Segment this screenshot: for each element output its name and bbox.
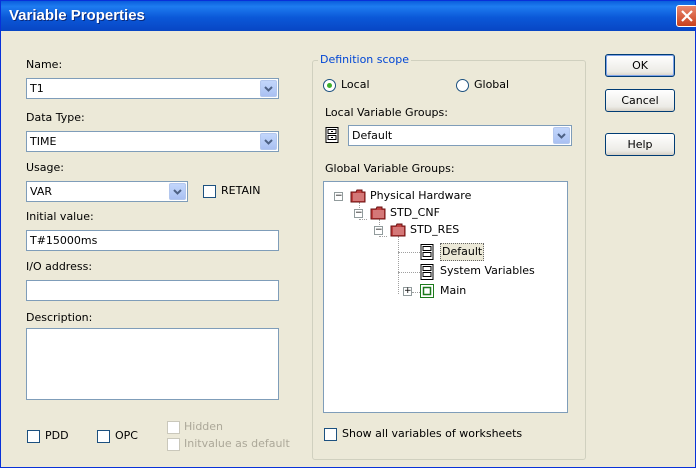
red-folder-icon — [370, 206, 386, 225]
chevron-down-icon — [173, 189, 182, 195]
chevron-down-icon — [264, 86, 273, 92]
red-folder-icon — [350, 189, 366, 208]
cabinet-icon — [325, 127, 339, 146]
pdd-label: PDD — [45, 429, 69, 442]
close-icon — [681, 10, 693, 22]
definition-scope-title: Definition scope — [318, 53, 412, 66]
initial-value-text: T#15000ms — [30, 234, 98, 247]
initvalue-default-checkbox — [167, 438, 180, 451]
collapse-std-cnf[interactable]: − — [354, 209, 363, 218]
global-radio-label: Global — [474, 78, 510, 91]
hidden-checkbox — [167, 421, 180, 434]
show-all-variables-label: Show all variables of worksheets — [342, 427, 523, 440]
name-value: T1 — [30, 82, 44, 95]
collapse-physical-hardware[interactable]: − — [334, 192, 343, 201]
ok-button[interactable]: OK — [605, 54, 675, 77]
cancel-button[interactable]: Cancel — [605, 89, 675, 112]
help-button[interactable]: Help — [605, 133, 675, 156]
show-all-variables-checkbox[interactable] — [324, 428, 337, 441]
local-radio-label: Local — [341, 78, 370, 91]
chevron-down-icon — [557, 133, 566, 139]
usage-dropdown-button[interactable] — [169, 183, 186, 200]
name-dropdown-button[interactable] — [260, 80, 277, 97]
io-address-input[interactable] — [26, 280, 279, 301]
name-label: Name: — [26, 58, 63, 71]
cabinet-icon — [420, 244, 434, 265]
title-bar[interactable]: Variable Properties — [1, 1, 696, 31]
io-address-label: I/O address: — [26, 260, 93, 273]
retain-checkbox[interactable] — [203, 185, 216, 198]
datatype-value: TIME — [30, 135, 57, 148]
retain-label: RETAIN — [221, 184, 261, 197]
usage-value: VAR — [30, 185, 52, 198]
local-radio[interactable] — [323, 79, 336, 92]
initial-value-input[interactable]: T#15000ms — [26, 230, 279, 251]
name-combobox[interactable]: T1 — [26, 78, 279, 99]
cabinet-icon — [420, 264, 434, 285]
description-label: Description: — [26, 311, 93, 324]
dialog-title: Variable Properties — [9, 7, 145, 24]
program-icon — [420, 284, 434, 303]
close-button[interactable] — [676, 5, 696, 27]
opc-checkbox[interactable] — [97, 430, 110, 443]
hidden-label: Hidden — [184, 420, 224, 433]
expand-main[interactable]: + — [403, 287, 412, 296]
local-groups-combobox[interactable]: Default — [348, 125, 572, 146]
description-textarea[interactable] — [26, 328, 279, 400]
datatype-dropdown-button[interactable] — [260, 133, 277, 150]
datatype-combobox[interactable]: TIME — [26, 131, 279, 152]
usage-combobox[interactable]: VAR — [26, 181, 188, 202]
collapse-std-res[interactable]: − — [374, 226, 383, 235]
pdd-checkbox[interactable] — [27, 430, 40, 443]
local-groups-value: Default — [352, 129, 393, 142]
chevron-down-icon — [264, 139, 273, 145]
global-groups-label: Global Variable Groups: — [325, 162, 455, 175]
local-groups-dropdown-button[interactable] — [553, 127, 570, 144]
global-groups-tree[interactable]: − Physical Hardware − STD_CNF − STD_RES — [323, 181, 568, 413]
global-radio[interactable] — [456, 79, 469, 92]
initvalue-default-label: Initvalue as default — [184, 437, 290, 450]
local-groups-label: Local Variable Groups: — [325, 106, 448, 119]
datatype-label: Data Type: — [26, 111, 85, 124]
red-folder-icon — [390, 223, 406, 242]
usage-label: Usage: — [26, 161, 64, 174]
initial-value-label: Initial value: — [26, 210, 94, 223]
variable-properties-dialog: Variable Properties Name: T1 Data Type: … — [0, 0, 696, 468]
opc-label: OPC — [115, 429, 138, 442]
